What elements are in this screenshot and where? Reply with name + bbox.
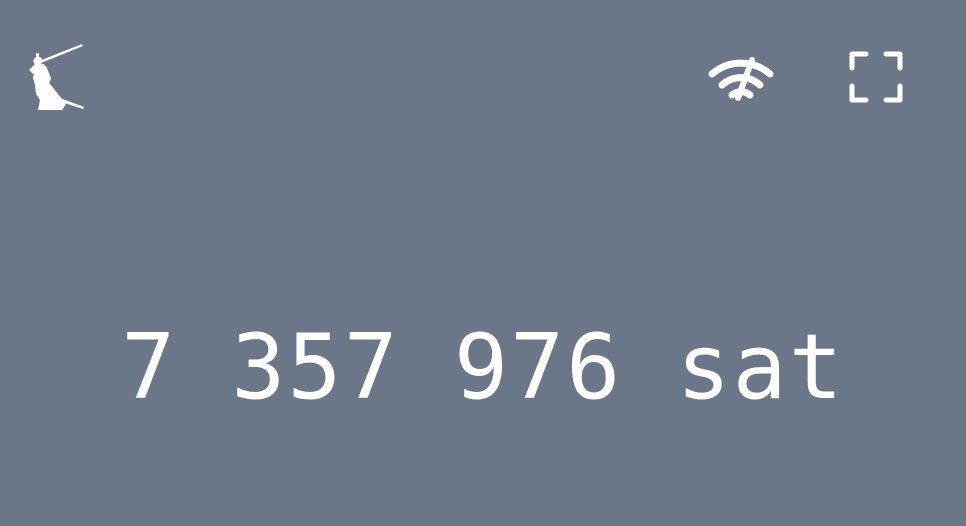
balance-display-screen: 7 357 976 sat: [0, 0, 966, 526]
fullscreen-icon[interactable]: [848, 50, 904, 104]
wifi-signal-icon[interactable]: [708, 54, 774, 102]
samurai-logo-icon: [29, 44, 84, 110]
balance-unit: sat: [676, 315, 845, 420]
balance-group-millions: 7: [121, 315, 178, 420]
balance-group-thousands: 357: [231, 315, 400, 420]
balance-amount: 7 357 976 sat: [0, 318, 966, 418]
balance-group-units: 976: [453, 315, 623, 420]
